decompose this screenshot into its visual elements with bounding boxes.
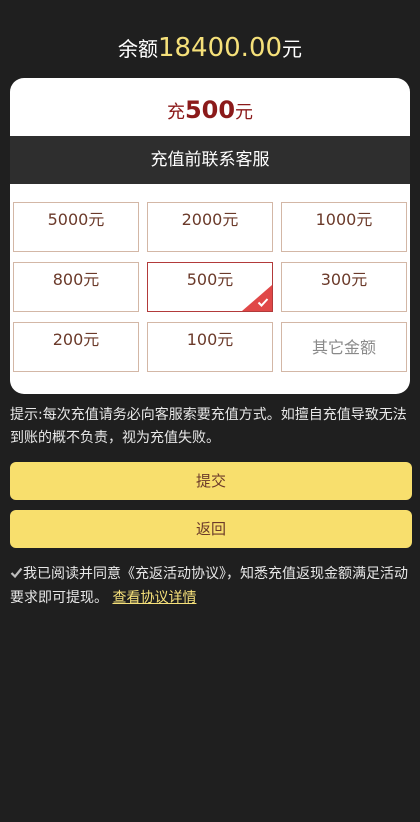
option-5000[interactable]: 5000元 — [13, 202, 139, 252]
option-1000[interactable]: 1000元 — [281, 202, 407, 252]
option-label: 200元 — [52, 330, 100, 349]
balance-suffix: 元 — [282, 37, 303, 61]
option-label: 2000元 — [181, 210, 239, 229]
option-800[interactable]: 800元 — [13, 262, 139, 312]
header-prefix: 充 — [166, 102, 185, 123]
balance-display: 余额18400.00元 — [0, 0, 420, 70]
option-label: 500元 — [186, 270, 234, 289]
option-other-amount[interactable]: 其它金额 — [281, 322, 407, 372]
option-label: 5000元 — [47, 210, 105, 229]
option-2000[interactable]: 2000元 — [147, 202, 273, 252]
agree-checkbox-icon[interactable] — [10, 566, 23, 579]
agreement-details-link[interactable]: 查看协议详情 — [112, 590, 196, 606]
back-button[interactable]: 返回 — [10, 510, 412, 548]
selected-amount-header: 充500元 — [10, 78, 410, 136]
recharge-card: 充500元 充值前联系客服 5000元 2000元 1000元 800元 500… — [10, 78, 410, 394]
option-label: 1000元 — [315, 210, 373, 229]
checkmark-icon — [257, 298, 269, 307]
recharge-page: 余额18400.00元 充500元 充值前联系客服 5000元 2000元 10… — [0, 0, 420, 822]
recharge-hint: 提示:每次充值请务必向客服索要充值方式。如擅自充值导致无法到账的概不负责，视为充… — [10, 407, 407, 446]
option-300[interactable]: 300元 — [281, 262, 407, 312]
balance-prefix: 余额 — [117, 37, 158, 61]
amount-options-grid: 5000元 2000元 1000元 800元 500元 300元 200元 10… — [13, 202, 409, 376]
option-label: 其它金额 — [311, 338, 376, 357]
header-suffix: 元 — [235, 102, 254, 123]
option-200[interactable]: 200元 — [13, 322, 139, 372]
option-label: 300元 — [320, 270, 368, 289]
option-100[interactable]: 100元 — [147, 322, 273, 372]
contact-service-bar[interactable]: 充值前联系客服 — [10, 136, 410, 184]
submit-button[interactable]: 提交 — [10, 462, 412, 500]
header-amount: 500 — [184, 96, 236, 124]
option-label: 800元 — [52, 270, 100, 289]
balance-amount: 18400.00 — [157, 33, 283, 63]
agreement-section: 我已阅读并同意《充返活动协议》，知悉充值返现金额满足活动要求即可提现。 查看协议… — [10, 562, 412, 610]
agreement-text: 我已阅读并同意《充返活动协议》，知悉充值返现金额满足活动要求即可提现。 — [10, 566, 408, 606]
option-500-selected[interactable]: 500元 — [147, 262, 273, 312]
option-label: 100元 — [186, 330, 234, 349]
